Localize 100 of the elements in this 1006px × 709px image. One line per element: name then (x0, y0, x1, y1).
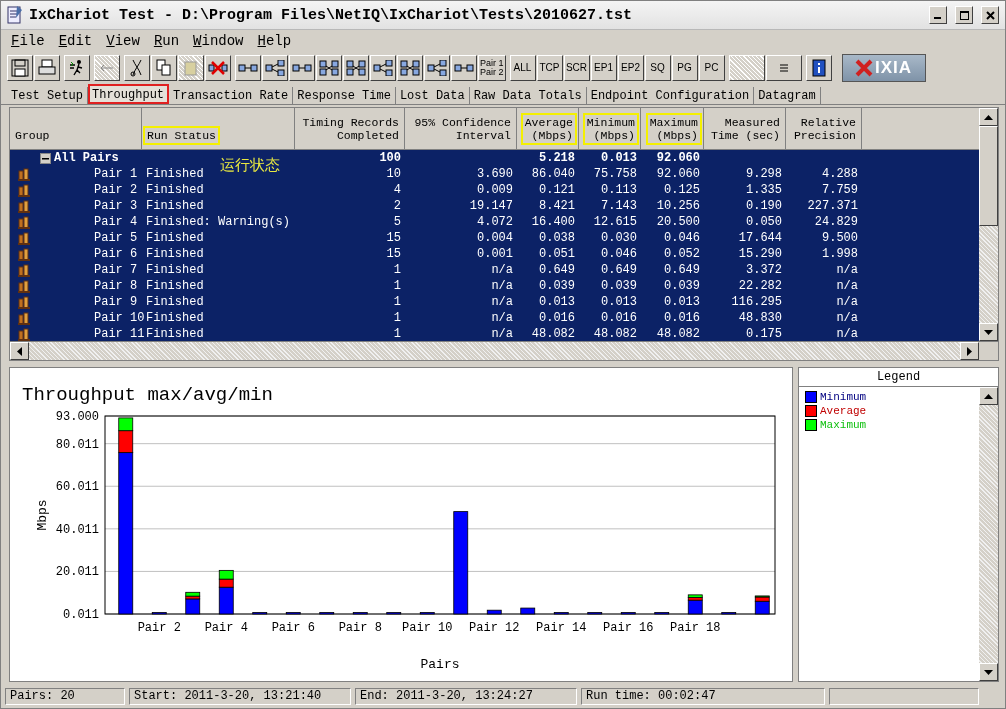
filter-button[interactable]: TCP (536, 55, 563, 81)
run-button[interactable] (64, 55, 90, 81)
list-button[interactable] (765, 55, 802, 81)
pair-icon (18, 247, 30, 261)
column-header[interactable]: Maximum (Mbps) (647, 115, 700, 143)
pair-icon (18, 295, 30, 309)
status-field: Pairs: 20 (5, 687, 125, 705)
save-button[interactable] (7, 55, 33, 81)
table-cell-text: 0.016 (600, 311, 638, 325)
network-button[interactable] (235, 55, 261, 81)
table-cell-text: 0.649 (538, 263, 576, 277)
menu-item[interactable]: File (5, 31, 51, 51)
network-button[interactable] (289, 55, 315, 81)
grid-button[interactable] (728, 55, 765, 81)
filter-button[interactable]: PG (671, 55, 698, 81)
pair-icon (18, 279, 30, 293)
scroll-up-button[interactable] (979, 387, 998, 405)
info-icon (811, 59, 826, 77)
group-name: Pair 2 (94, 183, 138, 197)
column-header[interactable]: Run Status (145, 128, 218, 143)
network-button[interactable] (451, 55, 477, 81)
bar (386, 612, 402, 615)
scroll-up-icon (984, 114, 993, 120)
table-cell-text: 0.016 (538, 311, 576, 325)
table-cell-text: 0.004 (476, 231, 514, 245)
bar (620, 612, 636, 615)
table-cell-text: 2 (392, 199, 402, 213)
scroll-left-button[interactable] (10, 342, 29, 360)
pair-icon (18, 327, 30, 341)
table-cell-text: Finished (145, 231, 205, 245)
column-header[interactable]: Timing Records Completed (300, 115, 401, 143)
column-header[interactable]: Relative Precision (791, 115, 858, 143)
table-cell-text: 48.082 (655, 327, 701, 341)
column-header[interactable]: Measured Time (sec) (709, 115, 782, 143)
minimize-button[interactable] (929, 6, 947, 24)
filter-button[interactable]: SQ (644, 55, 671, 81)
filter-button[interactable]: EP1 (590, 55, 617, 81)
delete-button[interactable] (205, 55, 231, 81)
tab[interactable]: Throughput (88, 84, 170, 104)
menu-item[interactable]: View (100, 31, 146, 51)
table-cell-text: 15 (385, 247, 402, 261)
x-tick-label: Pair 8 (338, 621, 382, 635)
print-button[interactable] (34, 55, 60, 81)
table-cell-text: 0.013 (663, 295, 701, 309)
scroll-down-button[interactable] (979, 323, 998, 341)
table-cell-text: 0.125 (663, 183, 701, 197)
table-cell-text: 24.829 (813, 215, 859, 229)
table-cell-text: 48.082 (530, 327, 576, 341)
copy-button[interactable] (151, 55, 177, 81)
status-field: Run time: 00:02:47 (581, 687, 825, 705)
filter-button[interactable]: EP2 (617, 55, 644, 81)
logo: IXIA (841, 54, 926, 82)
scroll-right-button[interactable] (960, 342, 979, 360)
table-cell-text: Finished (145, 263, 205, 277)
column-header[interactable]: Average (Mbps) (522, 115, 575, 143)
table-cell-text: 0.046 (663, 231, 701, 245)
menu-item[interactable]: Help (251, 31, 298, 51)
close-button[interactable] (981, 6, 999, 24)
network-button[interactable] (424, 55, 450, 81)
menu-item[interactable]: Run (147, 31, 186, 51)
network-icon (319, 60, 339, 76)
network-button[interactable] (316, 55, 342, 81)
maximize-button[interactable] (955, 6, 973, 24)
menu-item[interactable]: Edit (52, 31, 99, 51)
column-header[interactable]: 95% Confidence Interval (412, 115, 513, 143)
filter-button[interactable]: PC (698, 55, 725, 81)
scroll-thumb[interactable] (979, 126, 998, 226)
filter-button[interactable]: ALL (509, 55, 536, 81)
network-button[interactable] (370, 55, 396, 81)
table-cell-text: 3.690 (476, 167, 514, 181)
column-header[interactable]: Group (13, 128, 52, 143)
network-icon (265, 60, 285, 76)
arrow-icon (99, 63, 115, 73)
scroll-up-button[interactable] (979, 108, 998, 126)
network-button[interactable] (262, 55, 288, 81)
table-cell-text: 9.500 (821, 231, 859, 245)
pair-button[interactable]: Pair 1 Pair 2 (478, 55, 506, 81)
group-name: Pair 3 (94, 199, 138, 213)
table-cell-text: 20.500 (655, 215, 701, 229)
collapse-icon[interactable] (40, 152, 51, 164)
scroll-down-button[interactable] (979, 663, 998, 681)
table-cell-text: Finished (145, 279, 205, 293)
network-button[interactable] (397, 55, 423, 81)
network-button[interactable] (343, 55, 369, 81)
table-cell-text: 0.039 (663, 279, 701, 293)
paste-button[interactable] (178, 55, 204, 81)
table-cell-text: n/a (490, 327, 514, 341)
table-cell-text: Finished (145, 295, 205, 309)
table-cell-text: 3.372 (745, 263, 783, 277)
scrollbar-corner (979, 342, 998, 360)
y-tick-label: 60.011 (55, 480, 99, 495)
info-button[interactable] (805, 55, 832, 81)
column-header[interactable]: Minimum (Mbps) (584, 115, 637, 143)
table-cell-text: 4.072 (476, 215, 514, 229)
pair-icon (18, 215, 30, 229)
cut-button[interactable] (124, 55, 150, 81)
stop-button[interactable] (94, 55, 120, 81)
network-icon (346, 60, 366, 76)
menu-item[interactable]: Window (187, 31, 250, 51)
filter-button[interactable]: SCR (563, 55, 590, 81)
